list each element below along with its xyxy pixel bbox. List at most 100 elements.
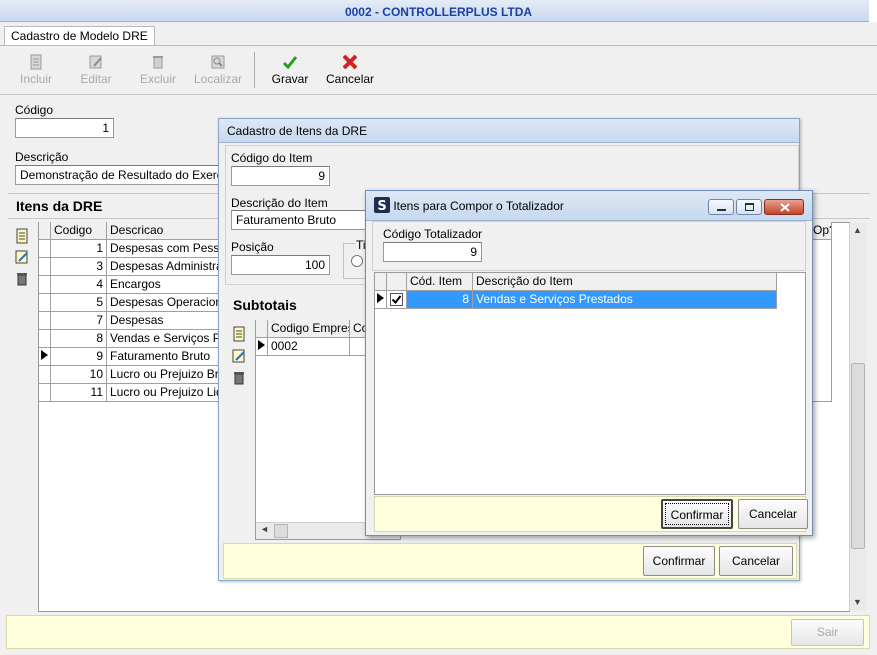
dialog-totalizador-cancelar-button[interactable]: Cancelar bbox=[738, 499, 808, 529]
codigo-field[interactable]: 1 bbox=[15, 118, 114, 138]
minimize-icon bbox=[717, 209, 726, 211]
editar-button[interactable]: Editar bbox=[78, 52, 114, 88]
toolbar-divider bbox=[0, 94, 877, 95]
itens-row-indicator bbox=[39, 258, 51, 276]
itens-row-codigo[interactable]: 7 bbox=[51, 312, 107, 330]
maximize-icon bbox=[745, 203, 754, 211]
localizar-button[interactable]: Localizar bbox=[193, 52, 243, 88]
itens-row-codigo[interactable]: 5 bbox=[51, 294, 107, 312]
grid-indicator-header bbox=[39, 222, 51, 240]
tab-cadastro-modelo-dre[interactable]: Cadastro de Modelo DRE bbox=[4, 26, 155, 46]
maximize-button[interactable] bbox=[736, 199, 762, 215]
itens-row-codigo[interactable]: 1 bbox=[51, 240, 107, 258]
itens-row-indicator bbox=[39, 330, 51, 348]
subtotais-row-indicator bbox=[256, 338, 268, 356]
itens-row-descricao[interactable]: Despesas com Pessoal bbox=[107, 240, 222, 258]
gravar-label: Gravar bbox=[271, 72, 309, 86]
dialog-itens-confirmar-button[interactable]: Confirmar bbox=[643, 546, 715, 576]
sair-button[interactable]: Sair bbox=[791, 619, 864, 646]
row-pointer-icon bbox=[258, 340, 265, 350]
itens-row-indicator bbox=[39, 366, 51, 384]
incluir-button[interactable]: Incluir bbox=[18, 52, 54, 88]
add-item-icon[interactable] bbox=[14, 228, 30, 244]
excluir-button[interactable]: Excluir bbox=[138, 52, 178, 88]
itens-row-descricao[interactable]: Lucro ou Prejuizo Liquido bbox=[107, 384, 222, 402]
col-empresa-header[interactable]: Codigo Empresa bbox=[268, 320, 350, 338]
itens-row-codigo[interactable]: 3 bbox=[51, 258, 107, 276]
window-title: 0002 - CONTROLLERPLUS LTDA bbox=[344, 5, 533, 19]
window-titlebar: 0002 - CONTROLLERPLUS LTDA bbox=[0, 0, 877, 22]
col-codigo-header[interactable]: Codigo bbox=[51, 222, 107, 240]
gravar-button[interactable]: Gravar bbox=[270, 52, 310, 88]
itens-row-descricao[interactable]: Despesas Operacionais bbox=[107, 294, 222, 312]
item-descricao-field[interactable]: Faturamento Bruto bbox=[231, 210, 366, 230]
itens-row-descricao[interactable]: Despesas Administrativas bbox=[107, 258, 222, 276]
row-pointer-icon bbox=[41, 350, 48, 360]
itens-row-indicator bbox=[39, 312, 51, 330]
totalizador-row-indicator bbox=[375, 291, 387, 309]
incluir-label: Incluir bbox=[19, 72, 52, 86]
itens-row-codigo[interactable]: 8 bbox=[51, 330, 107, 348]
app-s-icon: S bbox=[374, 197, 390, 213]
itens-row-descricao[interactable]: Lucro ou Prejuizo Bruto bbox=[107, 366, 222, 384]
edit-subtotal-icon[interactable] bbox=[231, 348, 247, 364]
itens-row-indicator bbox=[39, 276, 51, 294]
itens-row-descricao[interactable]: Encargos bbox=[107, 276, 222, 294]
scroll-thumb[interactable] bbox=[851, 363, 865, 549]
itens-row-indicator bbox=[39, 384, 51, 402]
itens-row-indicator bbox=[39, 348, 51, 366]
cancelar-button[interactable]: Cancelar bbox=[326, 52, 374, 88]
itens-row-codigo[interactable]: 10 bbox=[51, 366, 107, 384]
dialog-totalizador-title: Itens para Compor o Totalizador bbox=[393, 199, 564, 213]
tipo-radio[interactable] bbox=[351, 255, 363, 267]
itens-row-descricao[interactable]: Despesas bbox=[107, 312, 222, 330]
add-subtotal-icon[interactable] bbox=[231, 326, 247, 342]
totalizador-row-desc[interactable]: Vendas e Serviços Prestados bbox=[473, 291, 777, 309]
totalizador-row-checkbox[interactable] bbox=[387, 291, 407, 309]
subtotais-row-empresa[interactable]: 0002 bbox=[268, 338, 350, 356]
dialog-itens-titlebar: Cadastro de Itens da DRE bbox=[219, 119, 799, 143]
item-codigo-field[interactable]: 9 bbox=[231, 166, 330, 186]
itens-row-codigo[interactable]: 4 bbox=[51, 276, 107, 294]
item-posicao-label: Posição bbox=[231, 240, 274, 254]
delete-icon bbox=[153, 56, 163, 69]
close-button[interactable] bbox=[764, 199, 804, 215]
localizar-label: Localizar bbox=[193, 72, 243, 86]
edit-item-icon[interactable] bbox=[14, 249, 30, 265]
dialog-itens-title: Cadastro de Itens da DRE bbox=[227, 124, 368, 138]
edit-document-icon bbox=[89, 55, 102, 69]
itens-scrollbar[interactable]: ▲ ▼ bbox=[849, 223, 866, 611]
scroll-down-icon[interactable]: ▼ bbox=[853, 597, 862, 607]
delete-item-icon[interactable] bbox=[14, 271, 30, 287]
dialog-itens-cancelar-button[interactable]: Cancelar bbox=[719, 546, 793, 576]
delete-subtotal-icon[interactable] bbox=[231, 370, 247, 386]
subtotais-title: Subtotais bbox=[233, 297, 297, 313]
editar-label: Editar bbox=[80, 72, 112, 86]
itens-row-descricao[interactable]: Faturamento Bruto bbox=[107, 348, 222, 366]
col-op-header[interactable]: Op? bbox=[810, 222, 832, 240]
dialog-totalizador: S Itens para Compor o Totalizador Código… bbox=[365, 190, 813, 536]
descricao-field[interactable]: Demonstração de Resultado do Exercicio Â bbox=[15, 165, 225, 185]
titlebar-edge bbox=[869, 0, 877, 22]
totalizador-row-cod[interactable]: 8 bbox=[407, 291, 473, 309]
check-icon bbox=[282, 56, 298, 70]
col-descricao-header[interactable]: Descricao bbox=[107, 222, 222, 240]
dialog-totalizador-confirmar-button[interactable]: Confirmar bbox=[661, 499, 733, 529]
minimize-button[interactable] bbox=[708, 199, 734, 215]
totalizador-codigo-field[interactable]: 9 bbox=[383, 242, 482, 262]
col-desc-item-header[interactable]: Descrição do Item bbox=[473, 273, 777, 291]
search-icon bbox=[211, 55, 225, 69]
col-cod-item-header[interactable]: Cód. Item bbox=[407, 273, 473, 291]
itens-row-codigo[interactable]: 9 bbox=[51, 348, 107, 366]
dialog-totalizador-titlebar: S Itens para Compor o Totalizador bbox=[366, 191, 812, 221]
hscroll-thumb[interactable] bbox=[274, 524, 288, 538]
cancelar-label: Cancelar bbox=[326, 72, 375, 86]
itens-row-codigo[interactable]: 11 bbox=[51, 384, 107, 402]
scroll-left-icon[interactable]: ◄ bbox=[260, 524, 269, 534]
item-descricao-label: Descrição do Item bbox=[231, 196, 328, 210]
item-posicao-field[interactable]: 100 bbox=[231, 255, 330, 275]
checkbox-checked-icon[interactable] bbox=[390, 293, 403, 306]
scroll-up-icon[interactable]: ▲ bbox=[853, 225, 862, 235]
new-document-icon bbox=[30, 54, 42, 70]
itens-row-descricao[interactable]: Vendas e Serviços Prestados bbox=[107, 330, 222, 348]
